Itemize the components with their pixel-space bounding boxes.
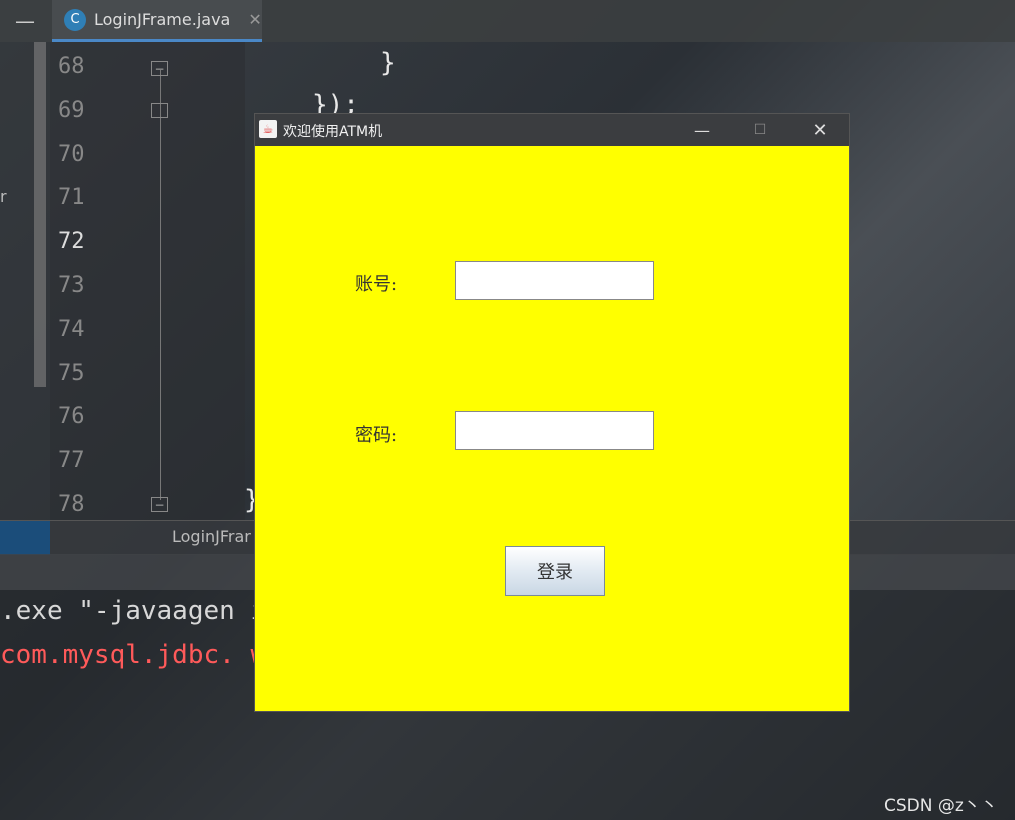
editor-tab-label: LoginJFrame.java xyxy=(94,10,231,29)
fold-collapse-icon[interactable]: − xyxy=(151,61,168,76)
minimize-panel-button[interactable]: — xyxy=(0,0,50,42)
fold-guide xyxy=(160,70,161,500)
editor-tab-bar: — C LoginJFrame.java ✕ xyxy=(0,0,1015,42)
line-number: 76 xyxy=(58,404,85,429)
fold-marker-icon[interactable] xyxy=(151,103,168,118)
fold-collapse-icon[interactable]: − xyxy=(151,497,168,512)
java-cup-icon: ☕ xyxy=(259,120,277,138)
csdn-watermark: CSDN @z丶丶 xyxy=(884,796,998,816)
line-number: 78 xyxy=(58,492,85,517)
login-button[interactable]: 登录 xyxy=(505,546,605,596)
password-input[interactable] xyxy=(455,411,654,450)
java-class-icon: C xyxy=(64,8,86,31)
code-line[interactable]: } xyxy=(380,48,396,78)
line-number: 69 xyxy=(58,98,85,123)
account-input[interactable] xyxy=(455,261,654,300)
editor-tab-loginjframe[interactable]: C LoginJFrame.java ✕ xyxy=(52,0,262,42)
line-number: 73 xyxy=(58,273,85,298)
line-number: 68 xyxy=(58,54,85,79)
window-close-button[interactable]: ✕ xyxy=(791,114,849,146)
line-number: 71 xyxy=(58,185,85,210)
project-panel-fragment: r xyxy=(0,187,7,206)
password-label: 密码: xyxy=(355,425,398,446)
atm-login-window: ☕ 欢迎使用ATM机 — ☐ ✕ 账号: 密码: 登录 xyxy=(255,114,849,711)
line-number: 77 xyxy=(58,448,85,473)
line-number: 70 xyxy=(58,142,85,167)
project-panel-scrollbar[interactable] xyxy=(34,42,46,387)
window-title-bar[interactable]: ☕ 欢迎使用ATM机 — ☐ ✕ xyxy=(255,114,849,146)
login-form-panel: 账号: 密码: 登录 xyxy=(255,146,849,711)
account-label: 账号: xyxy=(355,274,398,295)
window-maximize-button[interactable]: ☐ xyxy=(731,114,789,146)
window-minimize-button[interactable]: — xyxy=(673,114,731,146)
breadcrumb-file-label[interactable]: LoginJFrar xyxy=(172,527,251,546)
line-number-current: 72 xyxy=(58,229,85,254)
line-number: 75 xyxy=(58,361,85,386)
line-number: 74 xyxy=(58,317,85,342)
window-title: 欢迎使用ATM机 xyxy=(283,124,383,140)
breadcrumb-bar-accent xyxy=(0,521,50,555)
tab-close-icon[interactable]: ✕ xyxy=(248,10,261,29)
